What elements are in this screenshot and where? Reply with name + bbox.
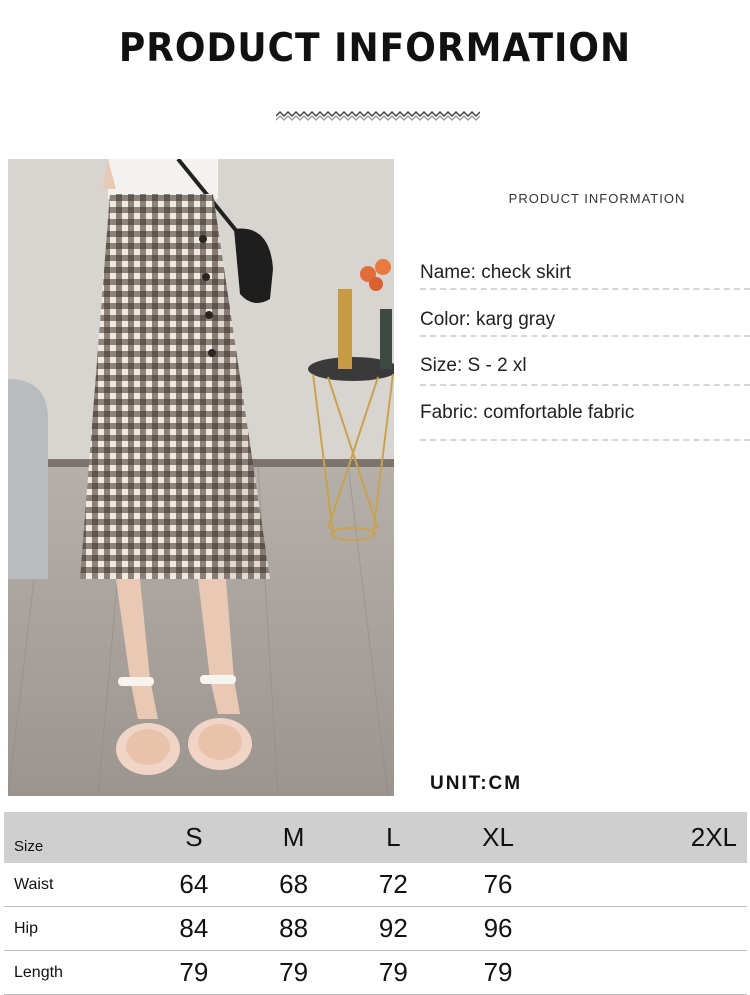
cell-value [553,951,747,995]
product-photo [8,159,394,796]
cell-value: 72 [378,869,408,899]
size-header-row: Size S M L XL 2XL [4,812,747,863]
spec-name: Name: check skirt [420,262,571,283]
spec-size: Size: S - 2 xl [420,355,527,376]
table-row: Length 79 79 79 79 [4,951,747,995]
size-col-s: S [185,822,203,852]
cell-value: 79 [483,957,513,987]
spec-color: Color: karg gray [420,309,556,330]
unit-label: UNIT:CM [430,773,523,794]
cell-value: 96 [483,913,513,943]
table-row: Waist 64 68 72 76 [4,863,747,907]
page-title: PRODUCT INFORMATION [118,25,632,72]
cell-value: 84 [179,913,209,943]
cell-value: 92 [378,913,408,943]
cell-value: 79 [378,957,408,987]
cell-value: 68 [279,869,309,899]
spec-divider [420,384,750,386]
cell-value [553,863,747,907]
cell-value: 76 [483,869,513,899]
row-label-waist: Waist [14,875,54,893]
size-col-xl: XL [482,822,514,852]
row-label-length: Length [14,963,63,981]
zigzag-divider-icon [276,110,480,122]
size-chart-table: Size S M L XL 2XL Waist 64 68 72 76 Hip … [4,812,747,995]
cell-value: 79 [279,957,309,987]
spec-divider [420,335,750,337]
cell-value: 79 [179,957,209,987]
spec-divider [420,439,750,441]
size-col-l: L [386,822,401,852]
size-col-m: M [282,822,305,852]
cell-value: 88 [279,913,309,943]
cell-value [553,907,747,951]
size-header-label: Size [14,838,44,855]
size-col-2xl: 2XL [690,822,737,852]
info-heading: PRODUCT INFORMATION [508,191,686,206]
cell-value: 64 [179,869,209,899]
row-label-hip: Hip [14,919,39,937]
table-row: Hip 84 88 92 96 [4,907,747,951]
spec-fabric: Fabric: comfortable fabric [420,402,635,423]
spec-divider [420,288,750,290]
